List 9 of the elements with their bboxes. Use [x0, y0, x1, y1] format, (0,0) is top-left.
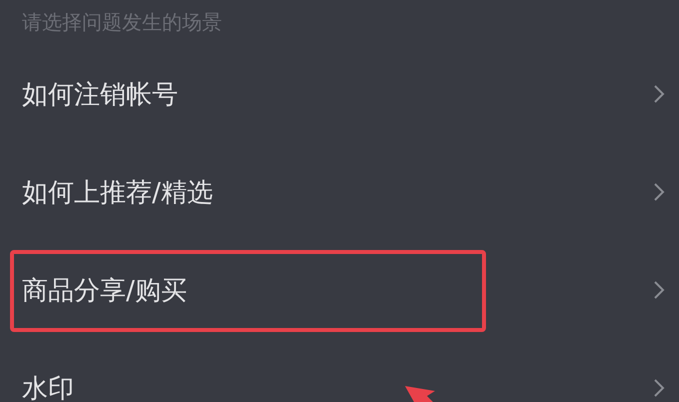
list-item[interactable]: 如何注销帐号: [0, 45, 679, 143]
list-item[interactable]: 商品分享/购买: [0, 241, 679, 339]
chevron-icon: [653, 84, 665, 104]
chevron-icon: [653, 280, 665, 300]
list-item[interactable]: 水印: [0, 339, 679, 402]
annotation-arrow: [405, 386, 435, 402]
list-item[interactable]: 如何上推荐/精选: [0, 143, 679, 241]
chevron-icon: [653, 378, 665, 398]
chevron-icon: [653, 182, 665, 202]
